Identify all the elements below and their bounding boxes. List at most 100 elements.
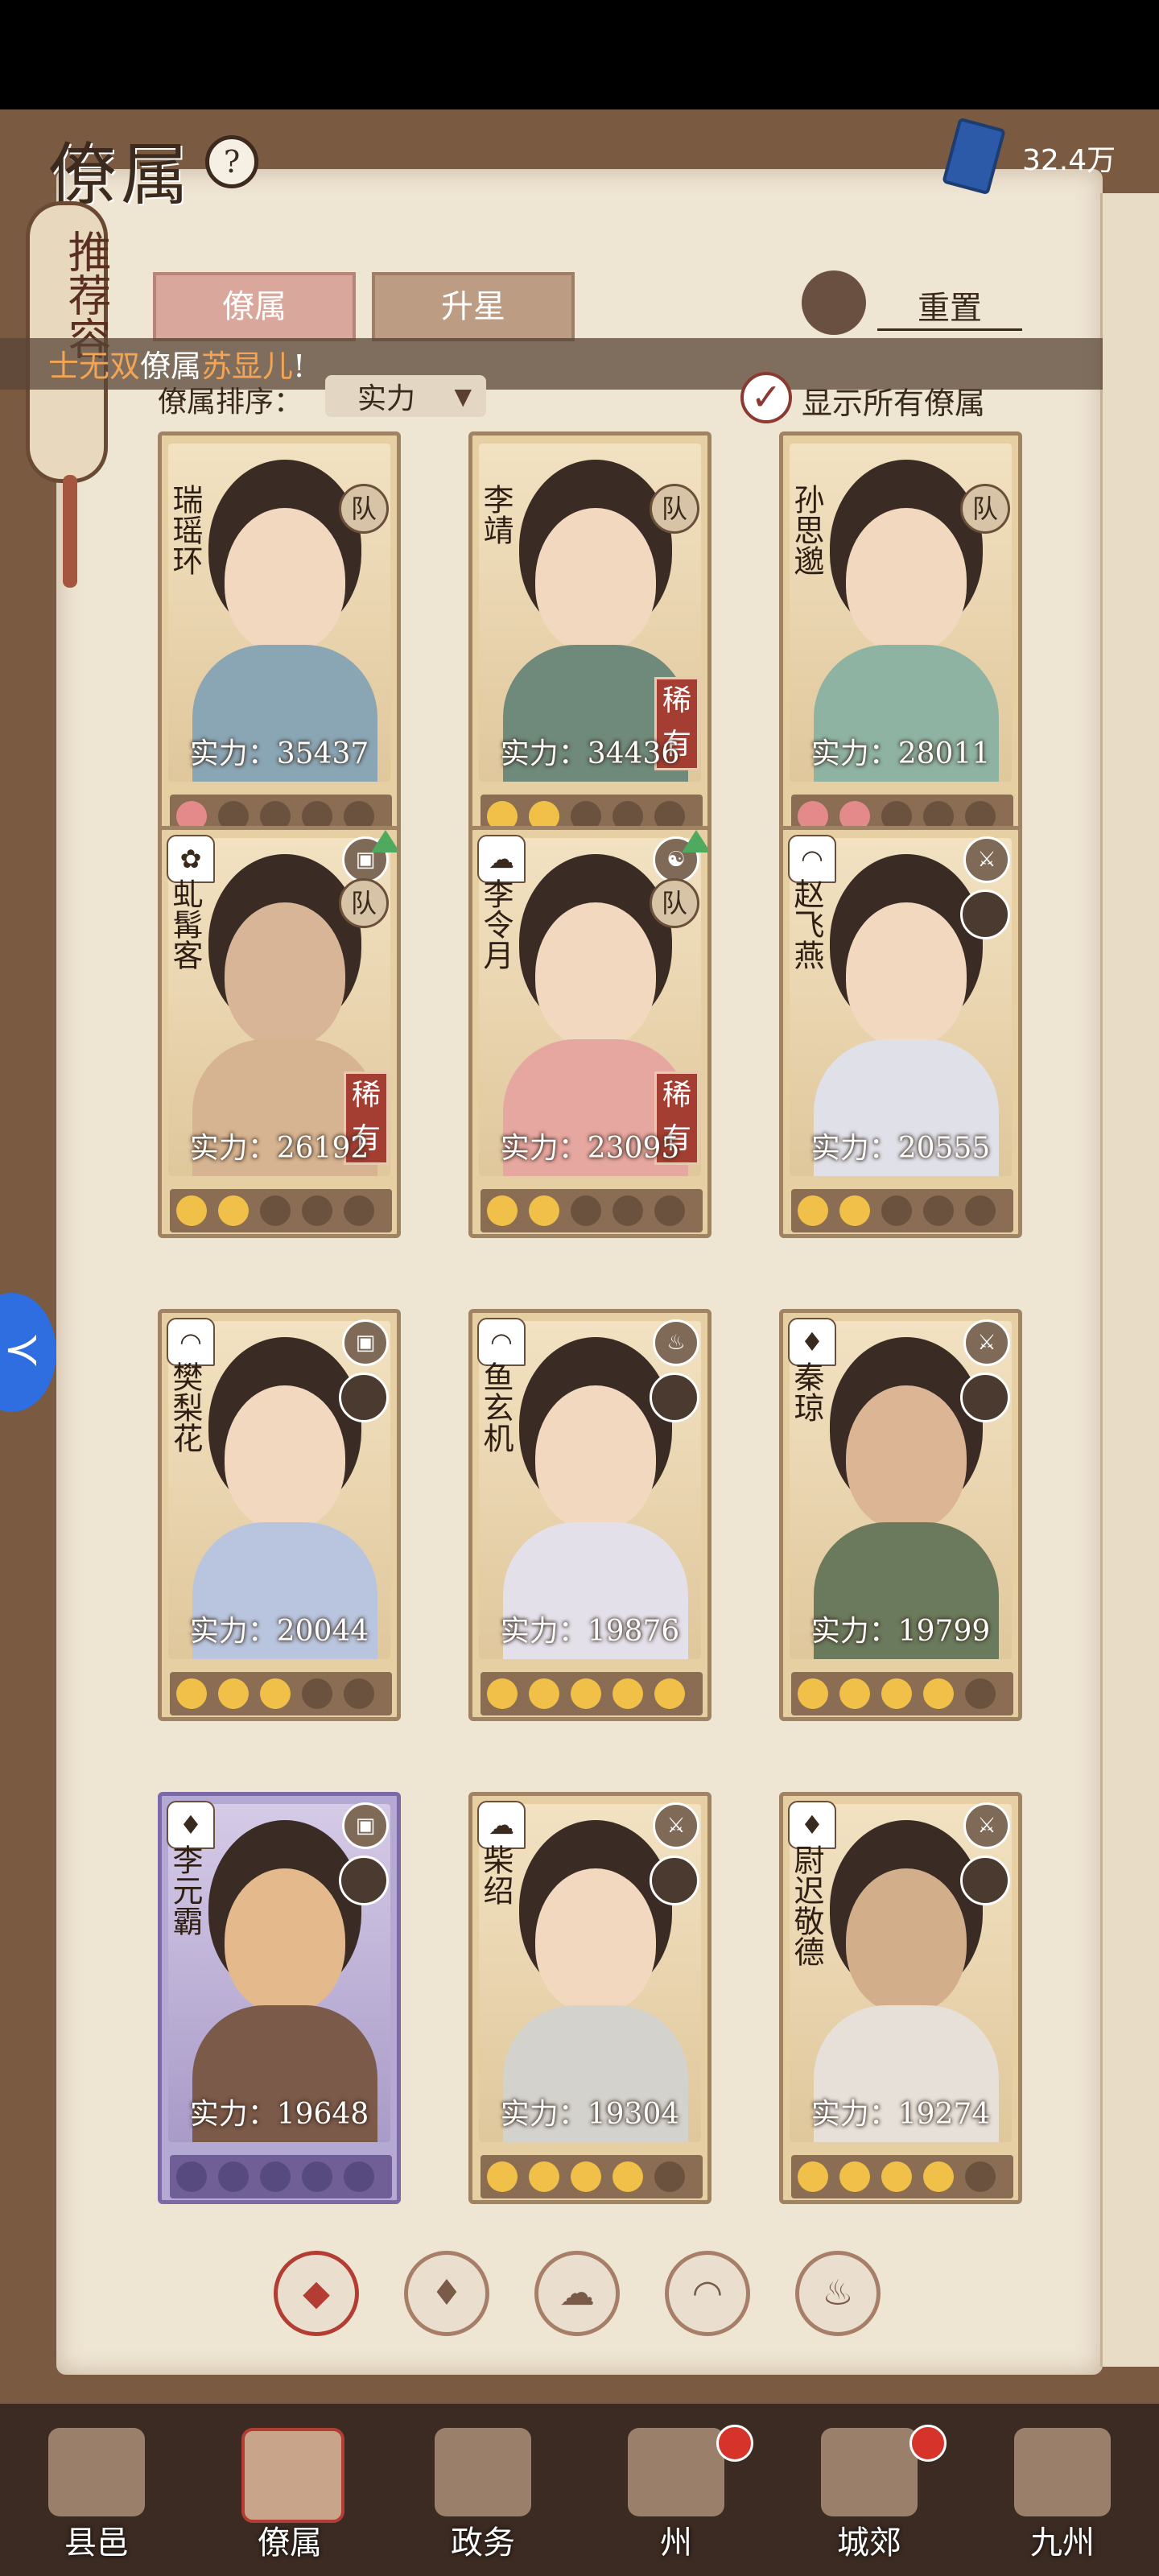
power-value: 实力：19648 bbox=[189, 2098, 369, 2131]
status-bar bbox=[0, 0, 1159, 109]
class-icon: ☁ bbox=[477, 835, 526, 883]
avatar bbox=[960, 890, 1010, 939]
nav-affairs[interactable]: 政务 bbox=[386, 2404, 580, 2576]
card-name: 瑞瑶环 bbox=[167, 484, 203, 576]
power-value: 实力：35437 bbox=[189, 737, 369, 770]
face bbox=[225, 1385, 345, 1530]
tab-subordinates[interactable]: 僚属 bbox=[153, 272, 356, 341]
card-name: 樊梨花 bbox=[167, 1361, 203, 1453]
currency-value: 32.4万 bbox=[1022, 144, 1116, 177]
team-badge: 队 bbox=[650, 484, 699, 534]
star-icon bbox=[798, 2161, 828, 2192]
star-icon bbox=[654, 1195, 685, 1226]
card-name: 李令月 bbox=[478, 878, 514, 970]
subordinate-card[interactable]: 孙思邈 队 实力：28011 bbox=[779, 431, 1022, 844]
star-icon bbox=[487, 2161, 518, 2192]
tassel-decoration bbox=[63, 475, 77, 588]
subordinate-card[interactable]: 瑞瑶环 队 实力：35437 bbox=[158, 431, 401, 844]
subordinate-card[interactable]: ◠ ⚔ 赵飞燕 实力：20555 bbox=[779, 826, 1022, 1238]
face bbox=[846, 1385, 967, 1530]
filter-bell-icon[interactable]: ♦ bbox=[404, 2251, 489, 2336]
team-badge: 队 bbox=[339, 878, 389, 928]
show-all-label[interactable]: 显示所有僚属 bbox=[802, 378, 985, 423]
star-icon bbox=[344, 1678, 374, 1709]
star-icon bbox=[654, 2161, 685, 2192]
subordinate-card[interactable]: 李靖 队 稀有 实力：34436 bbox=[468, 431, 711, 844]
filter-cat-icon[interactable]: ☁ bbox=[534, 2251, 620, 2336]
star-icon bbox=[571, 1678, 601, 1709]
power-value: 实力：34436 bbox=[500, 737, 680, 770]
nav-subordinates[interactable]: 僚属 bbox=[193, 2404, 386, 2576]
bell-icon: ♦ bbox=[167, 1801, 215, 1849]
star-row bbox=[170, 2155, 392, 2198]
weapon-icon: ⚔ bbox=[963, 836, 1010, 883]
face bbox=[535, 1385, 656, 1530]
subordinate-card[interactable]: ◠ ♨ 鱼玄机 实力：19876 bbox=[468, 1309, 711, 1721]
tab-star-up[interactable]: 升星 bbox=[372, 272, 575, 341]
fan-icon: ◠ bbox=[167, 1318, 215, 1366]
star-icon bbox=[302, 2161, 332, 2192]
sort-label: 僚属排序： bbox=[158, 386, 303, 419]
star-icon bbox=[176, 1195, 207, 1226]
face bbox=[535, 1868, 656, 2013]
star-icon bbox=[260, 2161, 291, 2192]
shield-icon: ▣ bbox=[342, 1319, 389, 1366]
star-row bbox=[791, 1672, 1013, 1715]
card-name: 秦琼 bbox=[789, 1361, 824, 1422]
nav-label: 僚属 bbox=[258, 2524, 322, 2562]
avatar bbox=[339, 1856, 389, 1905]
card-name: 李靖 bbox=[478, 484, 514, 545]
star-icon bbox=[923, 1195, 954, 1226]
check-icon[interactable]: ✓ bbox=[740, 372, 792, 423]
subordinate-card[interactable]: ♦ ⚔ 尉迟敬德 实力：19274 bbox=[779, 1792, 1022, 2204]
bottom-navigation: 县邑 僚属 政务 州 城郊 九州 bbox=[0, 2404, 1159, 2576]
subordinate-card[interactable]: ☁ ⚔ 柴绍 实力：19304 bbox=[468, 1792, 711, 2204]
card-name: 赵飞燕 bbox=[789, 878, 824, 970]
nav-suburbs[interactable]: 城郊 bbox=[773, 2404, 966, 2576]
team-badge: 队 bbox=[339, 484, 389, 534]
sort-value: 实力 bbox=[357, 382, 416, 415]
star-icon bbox=[881, 1195, 912, 1226]
fan-icon: ◠ bbox=[477, 1318, 526, 1366]
filter-lion-icon[interactable]: ♨ bbox=[795, 2251, 881, 2336]
nav-nine-states[interactable]: 九州 bbox=[966, 2404, 1159, 2576]
star-icon bbox=[218, 1678, 249, 1709]
star-icon bbox=[260, 1678, 291, 1709]
star-icon bbox=[965, 1678, 996, 1709]
star-icon bbox=[218, 1195, 249, 1226]
subordinate-card[interactable]: ♦ ▣ 李元霸 实力：19648 bbox=[158, 1792, 401, 2204]
nav-prefecture[interactable]: 州 bbox=[580, 2404, 773, 2576]
up-arrow-icon bbox=[682, 830, 707, 852]
weapon-icon: ⚔ bbox=[653, 1802, 699, 1849]
document-icon bbox=[435, 2428, 531, 2516]
star-icon bbox=[654, 1678, 685, 1709]
star-icon bbox=[612, 2161, 643, 2192]
reset-button[interactable]: 重置 bbox=[877, 282, 1022, 331]
sort-dropdown[interactable]: 实力 ▼ bbox=[325, 375, 486, 417]
notification-dot bbox=[716, 2425, 753, 2462]
subordinate-card[interactable]: ◠ ▣ 樊梨花 实力：20044 bbox=[158, 1309, 401, 1721]
filter-fan-icon[interactable]: ◠ bbox=[665, 2251, 750, 2336]
subordinate-card[interactable]: ☁ ☯ 李令月 队 稀有 实力：23095 bbox=[468, 826, 711, 1238]
power-value: 实力：20044 bbox=[189, 1615, 369, 1648]
star-icon bbox=[839, 1195, 870, 1226]
power-value: 实力：26192 bbox=[189, 1132, 369, 1165]
gate-tree-icon bbox=[821, 2428, 918, 2516]
avatar bbox=[650, 1373, 699, 1422]
star-icon bbox=[529, 1195, 559, 1226]
star-icon bbox=[344, 2161, 374, 2192]
star-icon bbox=[344, 1195, 374, 1226]
reset-icon[interactable] bbox=[802, 270, 866, 335]
nav-county[interactable]: 县邑 bbox=[0, 2404, 193, 2576]
help-icon[interactable]: ? bbox=[205, 135, 258, 188]
subordinate-card[interactable]: ✿ ▣ 虬髯客 队 稀有 实力：26192 bbox=[158, 826, 401, 1238]
currency-book-icon bbox=[942, 117, 1006, 196]
star-row bbox=[791, 2155, 1013, 2198]
subordinate-card[interactable]: ♦ ⚔ 秦琼 实力：19799 bbox=[779, 1309, 1022, 1721]
avatar bbox=[960, 1856, 1010, 1905]
filter-all-icon[interactable]: ◆ bbox=[274, 2251, 359, 2336]
page-edge bbox=[1100, 193, 1159, 2367]
scroll-icon bbox=[241, 2428, 344, 2523]
face bbox=[535, 902, 656, 1047]
face bbox=[846, 508, 967, 653]
